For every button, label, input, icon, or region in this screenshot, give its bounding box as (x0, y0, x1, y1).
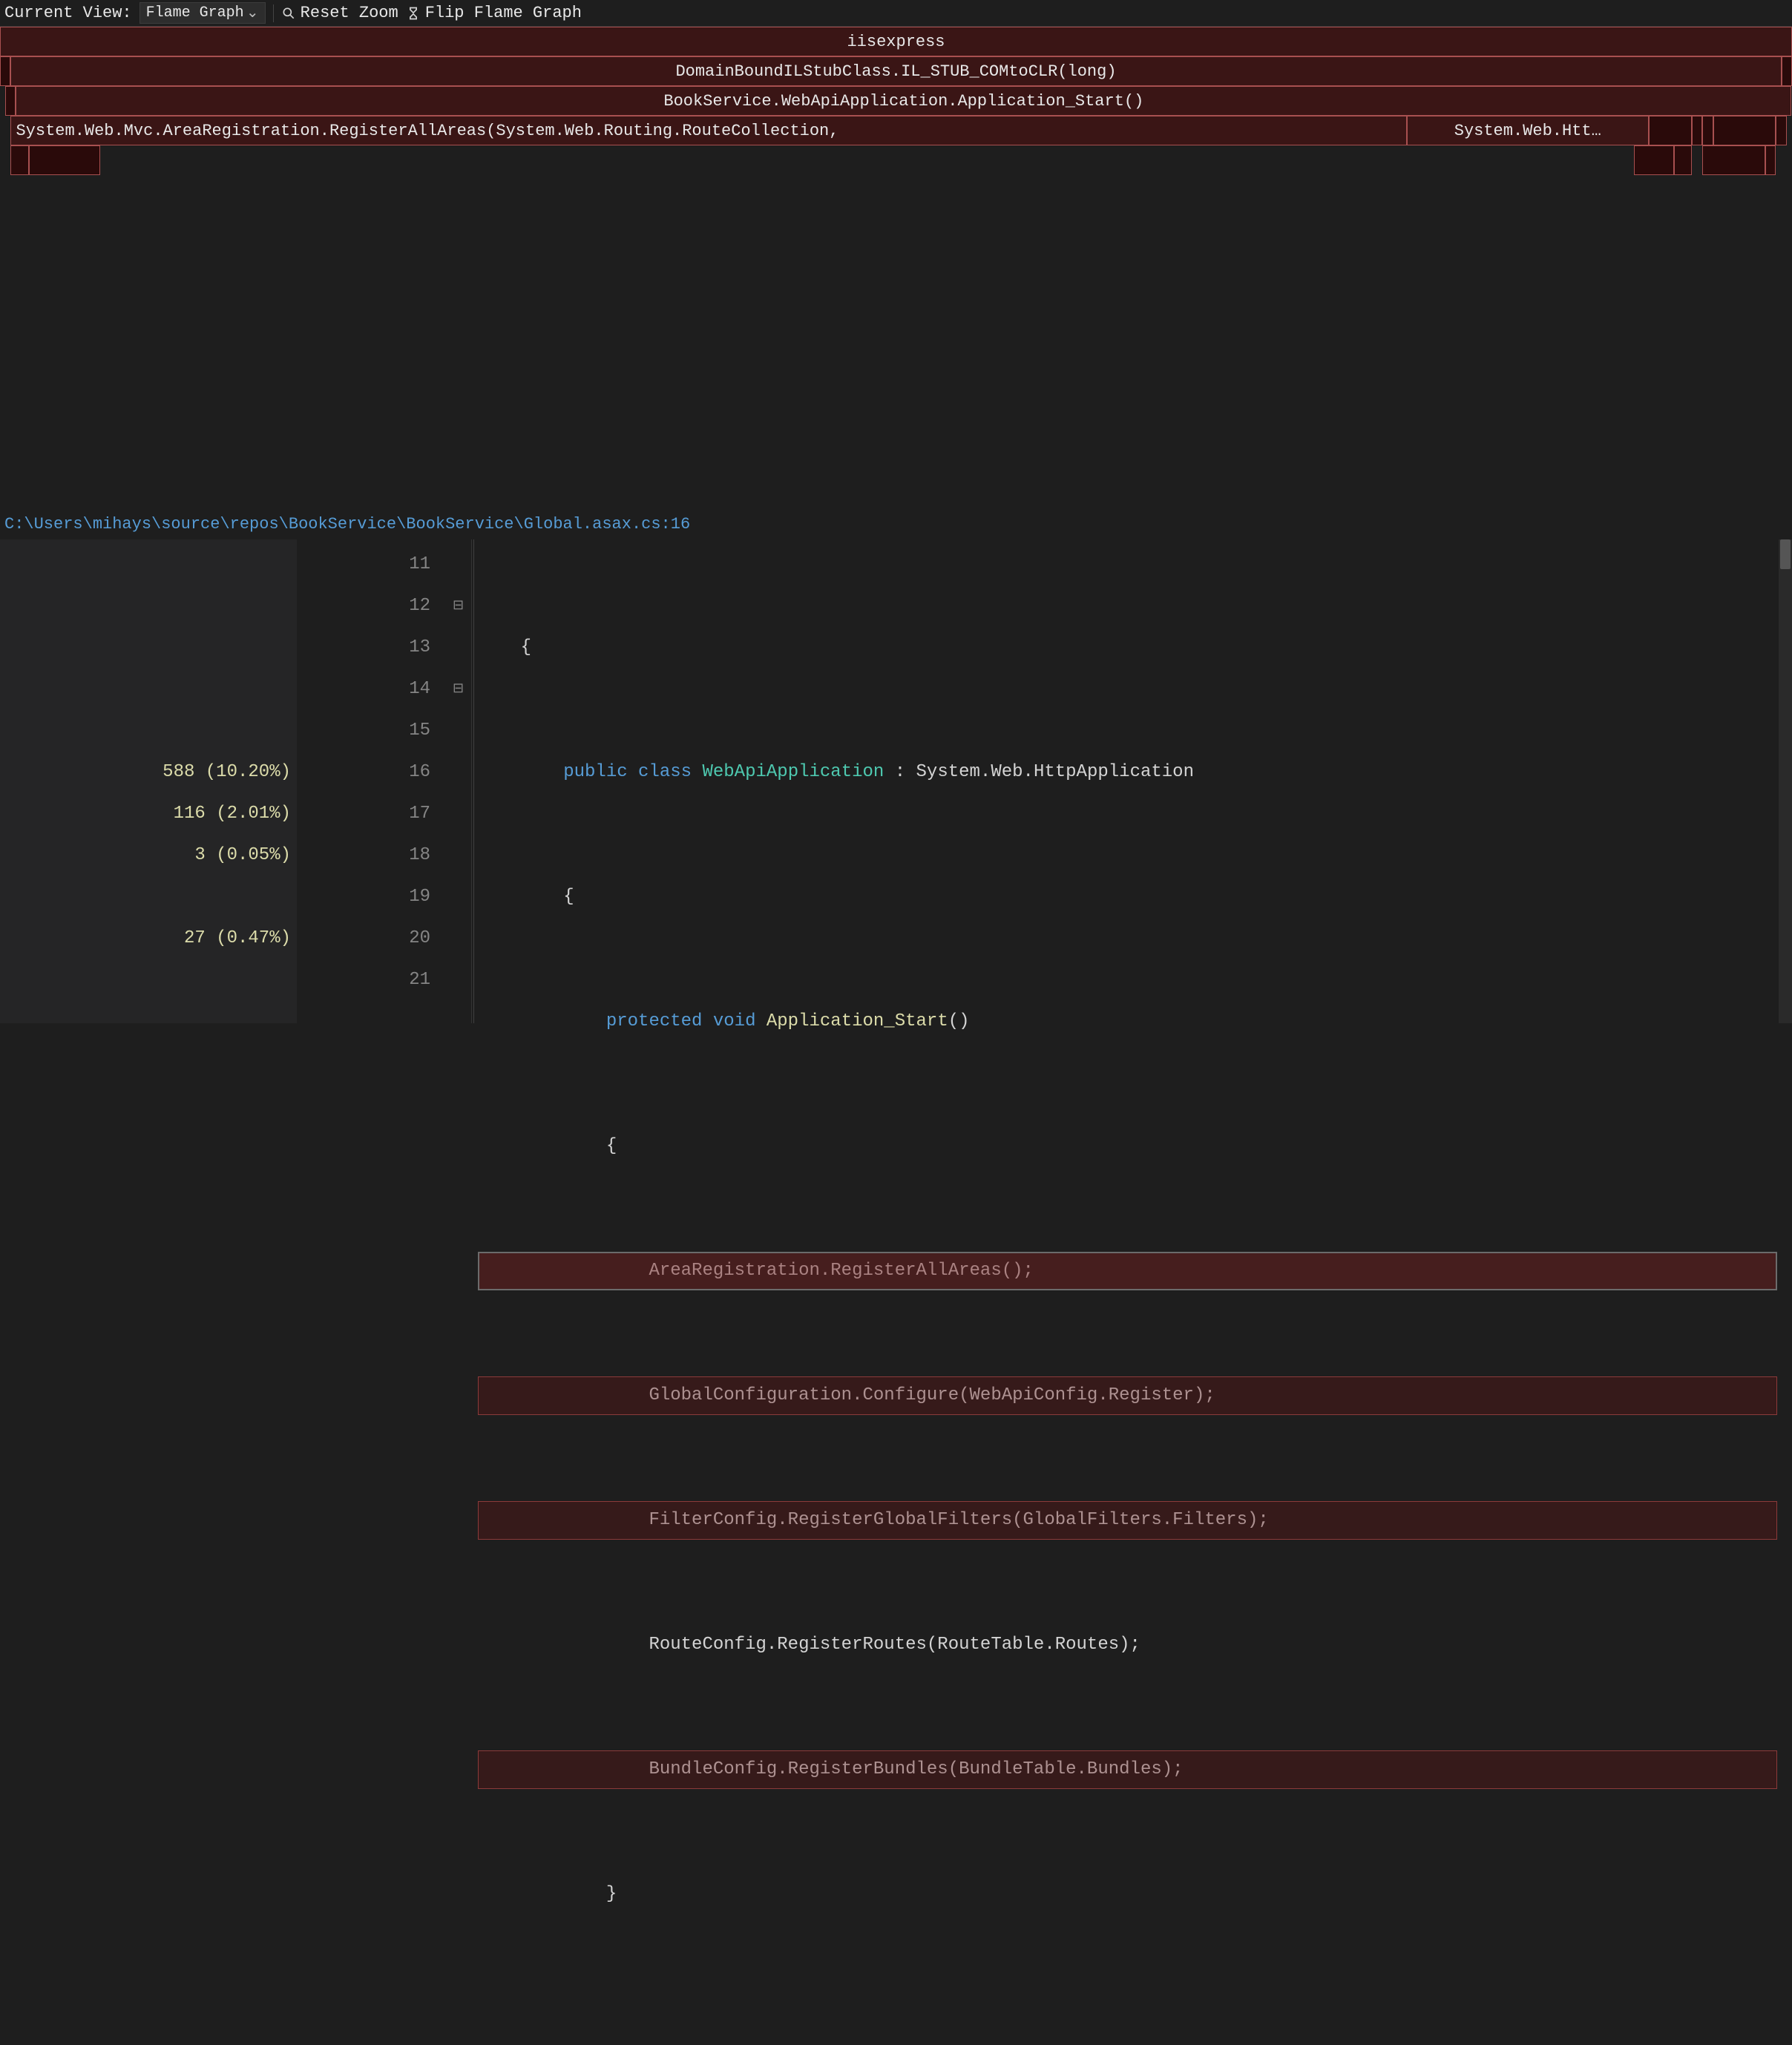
flip-flame-graph-button[interactable]: Flip Flame Graph (406, 4, 582, 22)
fold-gutter: ⊟ ⊟ (445, 539, 472, 1023)
vertical-scrollbar[interactable] (1779, 539, 1792, 1023)
line-number-gutter: 11 12 13 14 15 16 17 18 19 20 21 (297, 539, 445, 1023)
flame-frame-application-start[interactable]: BookService.WebApiApplication.Applicatio… (16, 86, 1791, 116)
flame-frame[interactable] (1713, 116, 1776, 145)
flame-frame[interactable] (1702, 116, 1713, 145)
flame-graph-toolbar: Current View: Flame Graph Reset Zoom Fli… (0, 0, 1792, 27)
fold-toggle-icon[interactable]: ⊟ (448, 669, 468, 710)
view-selector-value: Flame Graph (146, 4, 244, 22)
current-view-label: Current View: (4, 4, 132, 22)
code-line: { (478, 1126, 1786, 1167)
flame-frame[interactable] (1702, 145, 1765, 175)
flame-frame-root[interactable]: iisexpress (0, 27, 1792, 56)
flame-frame[interactable] (0, 56, 10, 86)
flame-frame[interactable] (1649, 116, 1692, 145)
code-line: } (478, 1874, 1786, 1915)
flame-row-3: System.Web.Mvc.AreaRegistration.Register… (0, 116, 1792, 145)
reset-zoom-label: Reset Zoom (301, 4, 398, 22)
samples-count: 27 (0.47%) (6, 918, 291, 959)
samples-gutter: 588 (10.20%) 116 (2.01%) 3 (0.05%) 27 (0… (0, 539, 297, 1023)
line-number: 19 (303, 876, 430, 918)
line-number: 12 (303, 585, 430, 627)
reset-zoom-button[interactable]: Reset Zoom (281, 4, 398, 22)
code-line: public class WebApiApplication : System.… (478, 752, 1786, 793)
flame-row-0: iisexpress (0, 27, 1792, 56)
line-number: 14 (303, 669, 430, 710)
file-path-bar: C:\Users\mihays\source\repos\BookService… (0, 509, 1792, 539)
flame-frame[interactable] (1765, 145, 1776, 175)
flip-flame-label: Flip Flame Graph (425, 4, 582, 22)
flame-graph-area[interactable]: iisexpress DomainBoundILStubClass.IL_STU… (0, 27, 1792, 509)
code-line: { (478, 627, 1786, 669)
fold-toggle-icon[interactable]: ⊟ (448, 585, 468, 627)
flame-frame-registerallareas[interactable]: System.Web.Mvc.AreaRegistration.Register… (10, 116, 1406, 145)
code-line: RouteConfig.RegisterRoutes(RouteTable.Ro… (478, 1624, 1786, 1666)
flame-frame[interactable] (1634, 145, 1673, 175)
flame-frame[interactable] (10, 145, 28, 175)
flame-row-4 (0, 145, 1792, 175)
code-text[interactable]: { public class WebApiApplication : Syste… (472, 539, 1792, 1023)
flame-frame-domainbound[interactable]: DomainBoundILStubClass.IL_STUB_COMtoCLR(… (10, 56, 1782, 86)
line-number: 18 (303, 835, 430, 876)
flame-row-2: BookService.WebApiApplication.Applicatio… (0, 86, 1792, 116)
scrollbar-thumb[interactable] (1780, 539, 1791, 569)
view-selector-dropdown[interactable]: Flame Graph (140, 2, 266, 24)
toolbar-separator (273, 4, 274, 22)
line-number: 20 (303, 918, 430, 959)
code-line: GlobalConfiguration.Configure(WebApiConf… (478, 1375, 1786, 1417)
code-editor: 588 (10.20%) 116 (2.01%) 3 (0.05%) 27 (0… (0, 539, 1792, 1023)
code-line: AreaRegistration.RegisterAllAreas(); (478, 1250, 1786, 1292)
flame-frame[interactable] (5, 86, 16, 116)
samples-count: 116 (2.01%) (6, 793, 291, 835)
line-number: 17 (303, 793, 430, 835)
magnifier-icon (281, 6, 296, 21)
line-number: 16 (303, 752, 430, 793)
line-number: 13 (303, 627, 430, 669)
flame-frame[interactable] (1692, 116, 1702, 145)
flame-row-1: DomainBoundILStubClass.IL_STUB_COMtoCLR(… (0, 56, 1792, 86)
code-line: protected void Application_Start() (478, 1001, 1786, 1043)
samples-count: 3 (0.05%) (6, 835, 291, 876)
line-number: 15 (303, 710, 430, 752)
samples-count: 588 (10.20%) (6, 752, 291, 793)
code-line: FilterConfig.RegisterGlobalFilters(Globa… (478, 1500, 1786, 1541)
code-line: { (478, 876, 1786, 918)
flame-frame[interactable] (1674, 145, 1692, 175)
flame-frame[interactable] (1776, 116, 1786, 145)
code-line: BundleConfig.RegisterBundles(BundleTable… (478, 1749, 1786, 1790)
line-number: 21 (303, 959, 430, 1001)
flame-frame-webhttp[interactable]: System.Web.Htt… (1407, 116, 1649, 145)
flame-frame[interactable] (29, 145, 101, 175)
hourglass-icon (406, 6, 421, 21)
file-path-text: C:\Users\mihays\source\repos\BookService… (4, 515, 690, 534)
line-number: 11 (303, 544, 430, 585)
flame-frame[interactable] (1782, 56, 1792, 86)
